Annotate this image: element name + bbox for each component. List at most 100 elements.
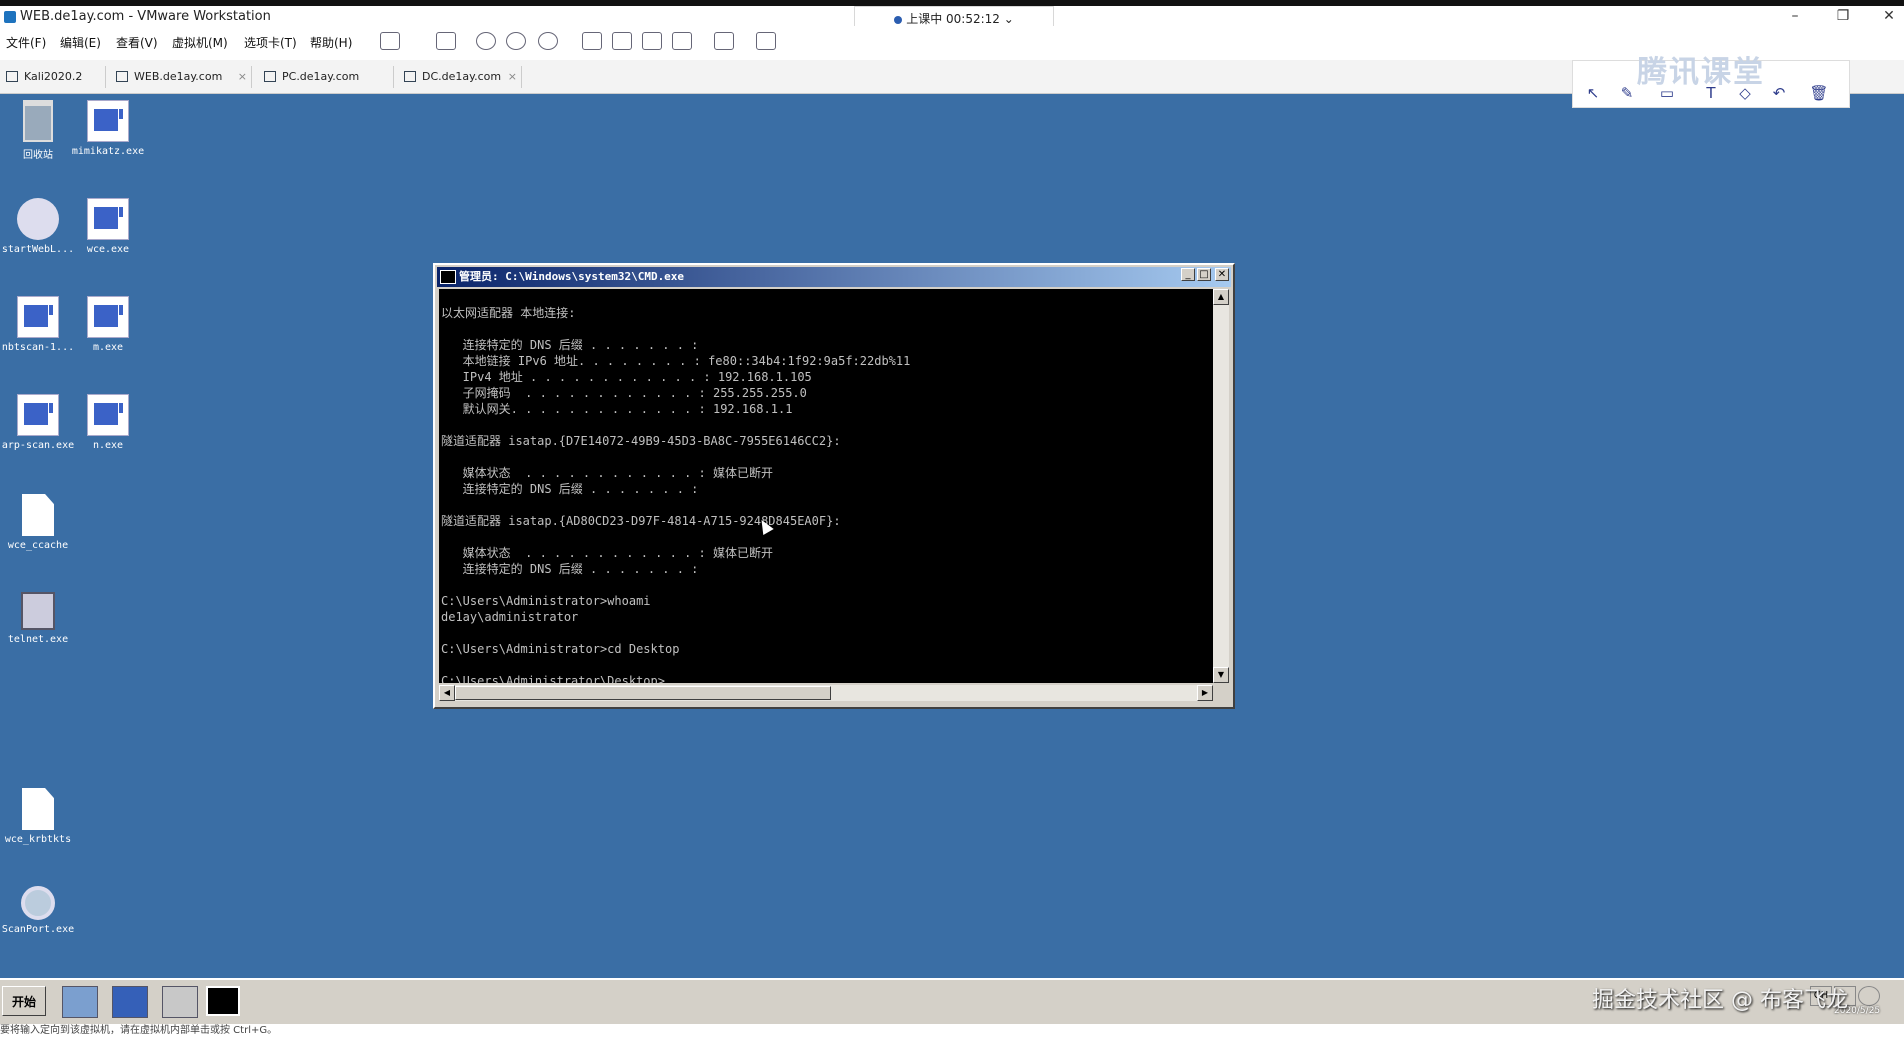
tab-pc[interactable]: PC.de1ay.com [260,66,394,88]
cmd-maximize-icon[interactable]: □ [1197,268,1211,281]
tab-kali[interactable]: Kali2020.2 [2,66,106,88]
stretch-icon[interactable] [756,32,776,50]
desktop-icon-nbtscan[interactable]: nbtscan-1... [0,296,76,353]
cmd-taskbar-icon[interactable] [206,986,240,1016]
tab-web[interactable]: WEB.de1ay.com × [112,66,252,88]
desktop-icon-telnet[interactable]: telnet.exe [0,592,76,645]
desktop-icon-mimikatz[interactable]: mimikatz.exe [70,100,146,157]
pointer-tool-icon[interactable]: ↖ [1583,83,1603,103]
vm-icon [264,71,276,82]
desktop-icon-m-exe[interactable]: m.exe [70,296,146,353]
powershell-icon[interactable] [112,986,148,1018]
close-icon[interactable]: ✕ [1874,8,1904,24]
console-line: 隧道适配器 isatap.{AD80CD23-D97F-4814-A715-92… [441,514,841,528]
start-button[interactable]: 开始 [2,986,46,1016]
close-tab-icon[interactable]: × [508,66,517,88]
library-icon[interactable] [582,32,602,50]
vertical-scrollbar[interactable]: ▲ ▼ [1213,289,1229,683]
desktop-icon-arp-scan[interactable]: arp-scan.exe [0,394,76,451]
explorer-icon[interactable] [162,986,198,1018]
desktop-icon-wce-krbtkts[interactable]: wce_krbtkts [0,788,76,845]
menu-help[interactable]: 帮助(H) [310,34,352,51]
start-label: 开始 [11,995,36,1009]
scroll-down-icon[interactable]: ▼ [1213,667,1229,683]
desktop-icon-recycle-bin[interactable]: 回收站 [0,100,76,161]
volume-icon[interactable] [1858,986,1880,1006]
scroll-thumb[interactable] [455,686,831,700]
window-title: WEB.de1ay.com - VMware Workstation [20,9,271,24]
batch-file-icon [17,198,59,240]
cmd-close-icon[interactable]: ✕ [1215,268,1229,281]
watermark: 掘金技术社区 @ 布客飞龙 [1592,988,1848,1013]
file-icon [22,494,54,536]
cmd-minimize-icon[interactable]: _ [1181,268,1195,281]
console-icon[interactable] [714,32,734,50]
icon-label: wce_ccache [7,540,69,551]
icon-label: nbtscan-1... [1,342,75,353]
server-manager-icon[interactable] [62,986,98,1018]
console-line: de1ay\administrator [441,610,579,624]
horizontal-scrollbar[interactable]: ◀ ▶ [439,685,1213,701]
console-line: IPv4 地址 . . . . . . . . . . . . : 192.16… [441,370,812,384]
scroll-left-icon[interactable]: ◀ [439,685,455,701]
close-tab-icon[interactable]: × [238,66,247,88]
console-line: C:\Users\Administrator\Desktop> [441,674,665,683]
unity-icon[interactable] [672,32,692,50]
menu-edit[interactable]: 编辑(E) [60,34,101,51]
icon-label: m.exe [92,342,124,353]
cmd-window[interactable]: 管理员: C:\Windows\system32\CMD.exe _ □ ✕ 以… [433,263,1235,709]
recycle-bin-icon [23,100,53,142]
desktop-icon-wce-ccache[interactable]: wce_ccache [0,494,76,551]
menu-tabs[interactable]: 选项卡(T) [244,34,297,51]
console-line: 以太网适配器 本地连接: [441,306,576,320]
console-line: C:\Users\Administrator>whoami [441,594,651,608]
console-line: 媒体状态 . . . . . . . . . . . . : 媒体已断开 [441,466,773,480]
icon-label: mimikatz.exe [71,146,145,157]
desktop-icon-scanport[interactable]: ScanPort.exe [0,886,76,935]
desktop-icon-wce[interactable]: wce.exe [70,198,146,255]
console-line: 媒体状态 . . . . . . . . . . . . : 媒体已断开 [441,546,773,560]
vm-icon [116,71,128,82]
console-line: 连接特定的 DNS 后缀 . . . . . . . : [441,482,699,496]
tab-label: Kali2020.2 [24,70,83,83]
shape-tool-icon[interactable]: ▭ [1657,83,1677,103]
cmd-title-bar[interactable]: 管理员: C:\Windows\system32\CMD.exe [437,267,1231,287]
thumbnail-icon[interactable] [612,32,632,50]
timer-text: 上课中 00:52:12 [906,12,1000,26]
snapshot-manager-icon[interactable] [538,32,558,50]
exe-icon [87,394,129,436]
revert-snapshot-icon[interactable] [506,32,526,50]
clear-tool-icon[interactable]: 🗑 [1809,83,1829,103]
pause-icon[interactable] [380,32,400,50]
undo-tool-icon[interactable]: ↶ [1769,83,1789,103]
exe-icon [87,100,129,142]
minimize-icon[interactable]: – [1780,8,1810,24]
console-line: 隧道适配器 isatap.{D7E14072-49B9-45D3-BA8C-79… [441,434,841,448]
annotation-toolbar: 腾讯课堂 ↖ ✎ ▭ T ◇ ↶ 🗑 [1572,55,1850,108]
eraser-tool-icon[interactable]: ◇ [1735,83,1755,103]
computer-icon [21,592,55,630]
fullscreen-icon[interactable] [642,32,662,50]
pen-tool-icon[interactable]: ✎ [1617,83,1637,103]
icon-label: telnet.exe [7,634,69,645]
file-icon [22,788,54,830]
text-tool-icon[interactable]: T [1701,83,1721,103]
menu-view[interactable]: 查看(V) [116,34,158,51]
send-keys-icon[interactable] [436,32,456,50]
scroll-right-icon[interactable]: ▶ [1197,685,1213,701]
console-output[interactable]: 以太网适配器 本地连接: 连接特定的 DNS 后缀 . . . . . . . … [439,289,1213,683]
scroll-up-icon[interactable]: ▲ [1213,289,1229,305]
desktop-icon-startweblogic[interactable]: startWebL... [0,198,76,255]
menu-file[interactable]: 文件(F) [6,34,46,51]
tab-dc[interactable]: DC.de1ay.com × [400,66,522,88]
desktop-icon-n-exe[interactable]: n.exe [70,394,146,451]
restore-icon[interactable]: ❐ [1828,8,1858,24]
menu-vm[interactable]: 虚拟机(M) [172,34,228,51]
snapshot-icon[interactable] [476,32,496,50]
